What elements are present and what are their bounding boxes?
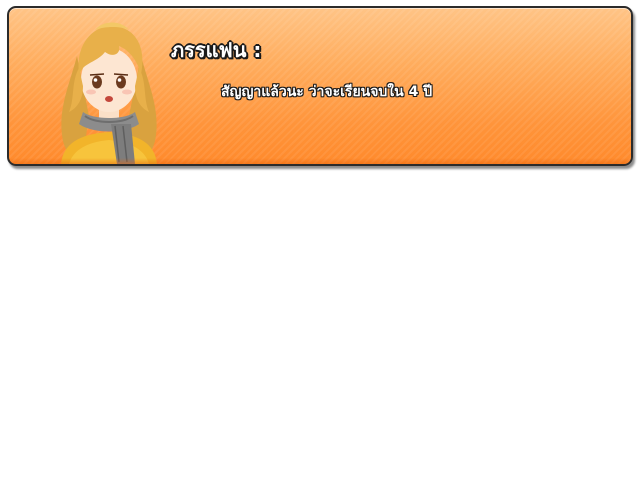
speaker-name: ภรรแฟน : [171, 38, 262, 62]
game-screen[interactable]: ภรรแฟน : สัญญาแล้วนะ ว่าจะเรียนจบใน 4 ปี [0, 0, 640, 480]
dialog-text: สัญญาแล้วนะ ว่าจะเรียนจบใน 4 ปี [221, 84, 433, 100]
dialog-box[interactable]: ภรรแฟน : สัญญาแล้วนะ ว่าจะเรียนจบใน 4 ปี [7, 6, 633, 166]
girlfriend-portrait-icon [61, 22, 157, 164]
